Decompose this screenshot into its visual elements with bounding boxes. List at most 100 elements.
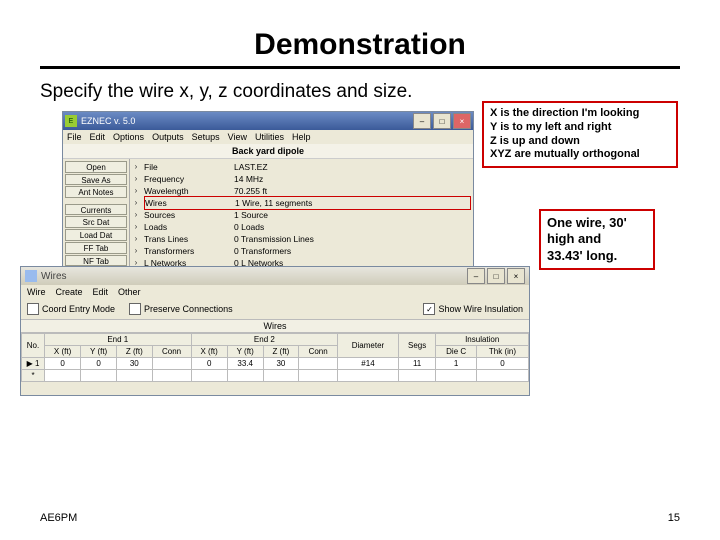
- slide-title: Demonstration: [40, 28, 680, 62]
- menu-item[interactable]: Create: [56, 287, 83, 297]
- eznec-window: E EZNEC v. 5.0 – □ × File Edit Options O…: [62, 111, 474, 288]
- menu-item[interactable]: Utilities: [255, 132, 284, 142]
- cell-segs[interactable]: 11: [398, 358, 436, 370]
- menu-item[interactable]: File: [67, 132, 82, 142]
- cell-diec[interactable]: 1: [436, 358, 477, 370]
- row-label: File: [144, 161, 234, 173]
- callout-xyz: X is the direction I'm looking Y is to m…: [482, 101, 678, 168]
- cell-x2[interactable]: 0: [191, 358, 227, 370]
- col-diameter: Diameter: [338, 334, 399, 358]
- callout-line: Z is up and down: [490, 135, 670, 149]
- table-row[interactable]: ▶ 1 0 0 30 0 33.4 30 #14 11 1 0: [22, 358, 529, 370]
- menu-item[interactable]: View: [228, 132, 247, 142]
- eznec-row[interactable]: Transformers0 Transformers: [144, 245, 471, 257]
- eznec-title: EZNEC v. 5.0: [81, 116, 135, 126]
- callout-line: high and: [547, 231, 647, 247]
- col-end1: End 1: [45, 334, 192, 346]
- cell-y1[interactable]: 0: [81, 358, 117, 370]
- col-thk: Thk (in): [476, 346, 528, 358]
- cell-z2[interactable]: 30: [263, 358, 298, 370]
- slide-subtitle: Specify the wire x, y, z coordinates and…: [40, 81, 680, 103]
- col-no: No.: [22, 334, 45, 358]
- cell-thk[interactable]: 0: [476, 358, 528, 370]
- loaddat-button[interactable]: Load Dat: [65, 229, 127, 241]
- open-button[interactable]: Open: [65, 161, 127, 173]
- cell-conn2[interactable]: [299, 358, 338, 370]
- arrow-icon: ›: [130, 185, 142, 197]
- eznec-row[interactable]: Trans Lines0 Transmission Lines: [144, 233, 471, 245]
- footer-author: AE6PM: [40, 512, 77, 524]
- eznec-menubar: File Edit Options Outputs Setups View Ut…: [63, 130, 473, 144]
- row-value: 14 MHz: [234, 173, 471, 185]
- cell-z1[interactable]: 30: [117, 358, 152, 370]
- menu-item[interactable]: Wire: [27, 287, 46, 297]
- row-label: Loads: [144, 221, 234, 233]
- menu-item[interactable]: Edit: [90, 132, 106, 142]
- show-insulation-checkbox[interactable]: ✓Show Wire Insulation: [423, 303, 523, 315]
- srcdat-button[interactable]: Src Dat: [65, 216, 127, 228]
- menu-item[interactable]: Setups: [192, 132, 220, 142]
- col-x2: X (ft): [191, 346, 227, 358]
- col-x1: X (ft): [45, 346, 81, 358]
- arrow-icon: ›: [130, 173, 142, 185]
- menu-item[interactable]: Help: [292, 132, 311, 142]
- arrow-icon: ›: [130, 209, 142, 221]
- eznec-row[interactable]: Frequency14 MHz: [144, 173, 471, 185]
- minimize-button[interactable]: –: [467, 268, 485, 284]
- footer-page: 15: [668, 512, 680, 524]
- eznec-sidebar: Open Save As Ant Notes Currents Src Dat …: [63, 159, 130, 281]
- eznec-row[interactable]: Sources1 Source: [144, 209, 471, 221]
- eznec-row[interactable]: FileLAST.EZ: [144, 161, 471, 173]
- arrow-icon: ›: [130, 233, 142, 245]
- antnotes-button[interactable]: Ant Notes: [65, 186, 127, 198]
- eznec-titlebar[interactable]: E EZNEC v. 5.0 – □ ×: [63, 112, 473, 130]
- arrow-icon: ›: [130, 221, 142, 233]
- row-value: 0 Transformers: [234, 245, 471, 257]
- row-label: Frequency: [144, 173, 234, 185]
- row-label: Sources: [144, 209, 234, 221]
- wires-titlebar[interactable]: Wires – □ ×: [21, 267, 529, 285]
- close-button[interactable]: ×: [507, 268, 525, 284]
- maximize-button[interactable]: □: [433, 113, 451, 129]
- cell-y2[interactable]: 33.4: [227, 358, 263, 370]
- row-label: Wires: [145, 197, 235, 209]
- row-label: Trans Lines: [144, 233, 234, 245]
- table-row-empty[interactable]: *: [22, 370, 529, 382]
- arrow-icon: ›: [130, 161, 142, 173]
- col-segs: Segs: [398, 334, 436, 358]
- eznec-row[interactable]: Wires1 Wire, 11 segments: [144, 196, 471, 210]
- currents-button[interactable]: Currents: [65, 204, 127, 216]
- nftab-button[interactable]: NF Tab: [65, 255, 127, 267]
- menu-item[interactable]: Options: [113, 132, 144, 142]
- row-value: 1 Wire, 11 segments: [235, 197, 470, 209]
- cell-conn1[interactable]: [152, 358, 191, 370]
- cell-x1[interactable]: 0: [45, 358, 81, 370]
- saveas-button[interactable]: Save As: [65, 174, 127, 186]
- preserve-conn-checkbox[interactable]: Preserve Connections: [129, 303, 233, 315]
- coord-entry-checkbox[interactable]: Coord Entry Mode: [27, 303, 115, 315]
- col-insulation: Insulation: [436, 334, 529, 346]
- menu-item[interactable]: Outputs: [152, 132, 184, 142]
- col-conn1: Conn: [152, 346, 191, 358]
- menu-item[interactable]: Edit: [93, 287, 109, 297]
- col-y2: Y (ft): [227, 346, 263, 358]
- title-rule: [40, 66, 680, 69]
- callout-wire: One wire, 30' high and 33.43' long.: [539, 209, 655, 270]
- wire-no: ▶ 1: [22, 358, 45, 370]
- menu-item[interactable]: Other: [118, 287, 141, 297]
- wires-app-icon: [25, 270, 37, 282]
- cell-dia[interactable]: #14: [338, 358, 399, 370]
- eznec-row[interactable]: Loads0 Loads: [144, 221, 471, 233]
- wires-window: Wires – □ × Wire Create Edit Other Coord…: [20, 266, 530, 396]
- callout-line: One wire, 30': [547, 215, 647, 231]
- close-button[interactable]: ×: [453, 113, 471, 129]
- fftab-button[interactable]: FF Tab: [65, 242, 127, 254]
- eznec-rows: FileLAST.EZFrequency14 MHzWavelength70.2…: [142, 159, 473, 281]
- minimize-button[interactable]: –: [413, 113, 431, 129]
- antenna-title: Back yard dipole: [63, 144, 473, 159]
- callout-line: XYZ are mutually orthogonal: [490, 148, 670, 162]
- col-z1: Z (ft): [117, 346, 152, 358]
- col-z2: Z (ft): [263, 346, 298, 358]
- col-diec: Die C: [436, 346, 477, 358]
- maximize-button[interactable]: □: [487, 268, 505, 284]
